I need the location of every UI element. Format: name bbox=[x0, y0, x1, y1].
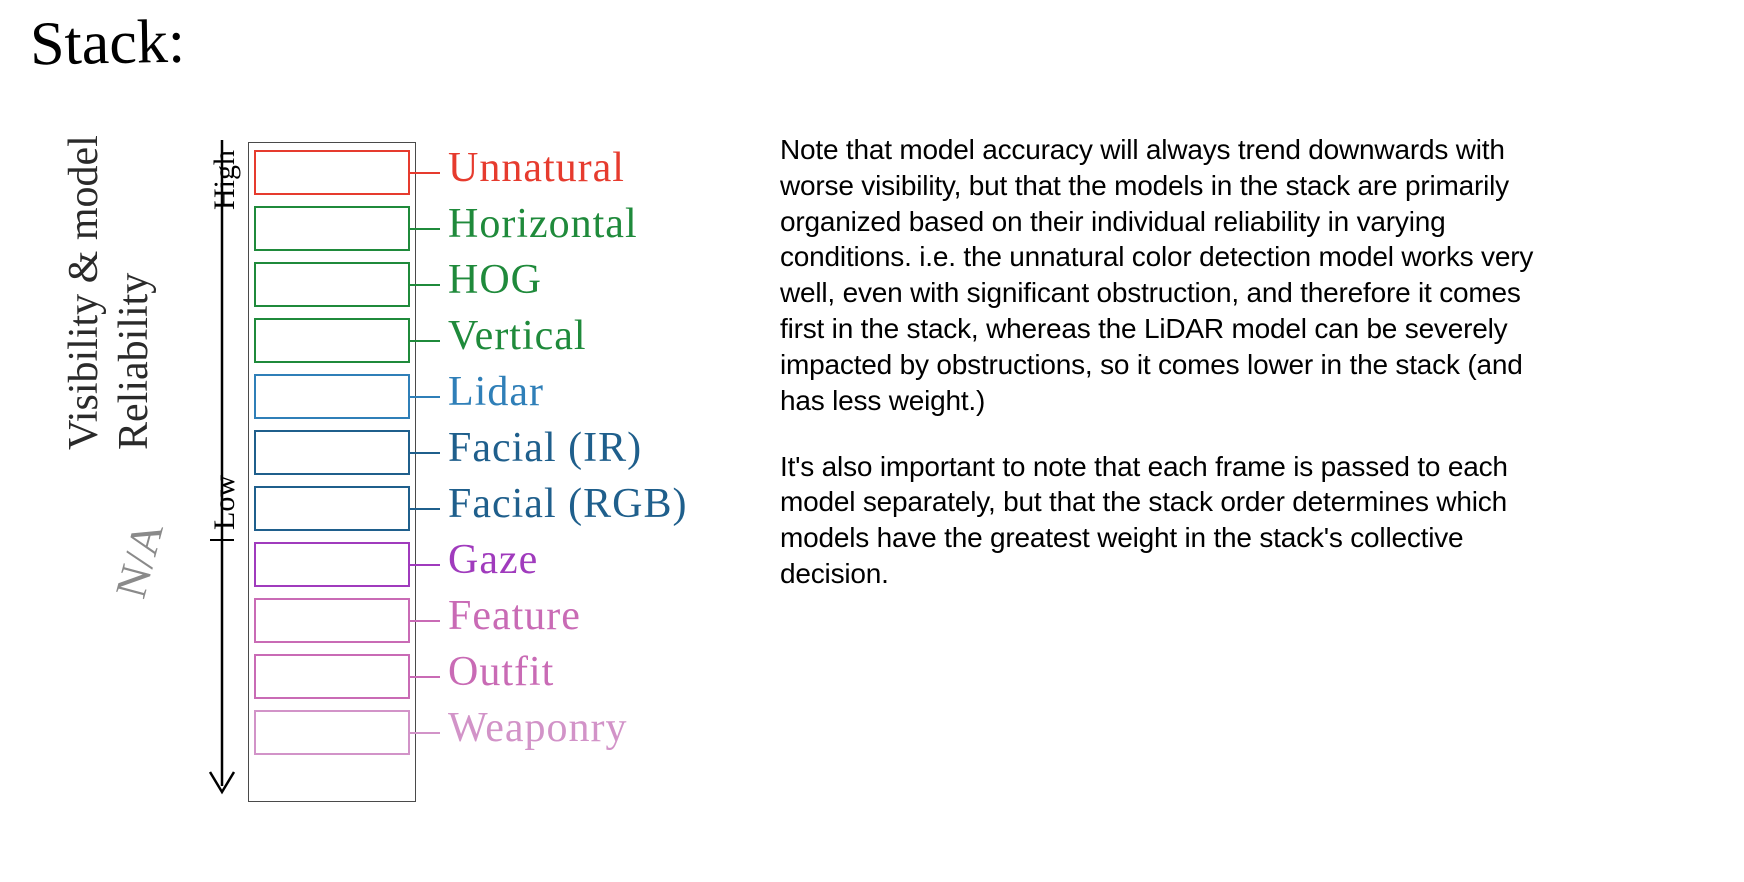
axis-label-reliability: Reliability bbox=[110, 273, 158, 450]
paragraph-1: Note that model accuracy will always tre… bbox=[780, 132, 1540, 419]
slot-connector bbox=[408, 452, 440, 454]
slot-label: Lidar bbox=[448, 368, 544, 416]
explanatory-text: Note that model accuracy will always tre… bbox=[780, 132, 1540, 622]
stack-slot: Lidar bbox=[254, 374, 410, 419]
down-arrow-icon bbox=[200, 140, 240, 800]
stack-slot: HOG bbox=[254, 262, 410, 307]
stack-slot: Gaze bbox=[254, 542, 410, 587]
slot-label: Gaze bbox=[448, 536, 538, 584]
slot-label: Feature bbox=[448, 592, 581, 640]
stack-slot: Horizontal bbox=[254, 206, 410, 251]
slot-connector bbox=[408, 228, 440, 230]
slot-connector bbox=[408, 172, 440, 174]
slot-label: Outfit bbox=[448, 648, 554, 696]
paragraph-2: It's also important to note that each fr… bbox=[780, 449, 1540, 592]
stack-slot: Facial (IR) bbox=[254, 430, 410, 475]
scale-high-label: High bbox=[208, 150, 242, 210]
stack-slots: Unnatural Horizontal HOG Vertical Lidar Facia… bbox=[248, 142, 416, 755]
stack-slot: Outfit bbox=[254, 654, 410, 699]
slot-label: Horizontal bbox=[448, 200, 638, 248]
page: Stack: Visibility & model Reliability N/… bbox=[0, 0, 1744, 882]
stack-slot: Vertical bbox=[254, 318, 410, 363]
slot-connector bbox=[408, 284, 440, 286]
stack-slot: Weaponry bbox=[254, 710, 410, 755]
diagram-title: Stack: bbox=[29, 7, 185, 81]
scale-low-label: Low bbox=[208, 475, 242, 530]
slot-label: Unnatural bbox=[448, 144, 625, 192]
slot-connector bbox=[408, 508, 440, 510]
slot-connector bbox=[408, 340, 440, 342]
slot-connector bbox=[408, 732, 440, 734]
slot-label: Vertical bbox=[448, 312, 587, 360]
slot-connector bbox=[408, 396, 440, 398]
stack-slot: Feature bbox=[254, 598, 410, 643]
stack-slot: Unnatural bbox=[254, 150, 410, 195]
slot-label: Facial (RGB) bbox=[448, 480, 687, 528]
axis-label-na: N/A bbox=[105, 517, 174, 603]
slot-connector bbox=[408, 564, 440, 566]
stack-slot: Facial (RGB) bbox=[254, 486, 410, 531]
slot-connector bbox=[408, 620, 440, 622]
slot-connector bbox=[408, 676, 440, 678]
slot-label: Weaponry bbox=[448, 704, 628, 752]
axis-label-visibility: Visibility & model bbox=[60, 135, 108, 450]
reliability-scale: High Low bbox=[200, 140, 240, 800]
slot-label: Facial (IR) bbox=[448, 424, 642, 472]
slot-label: HOG bbox=[448, 256, 542, 304]
